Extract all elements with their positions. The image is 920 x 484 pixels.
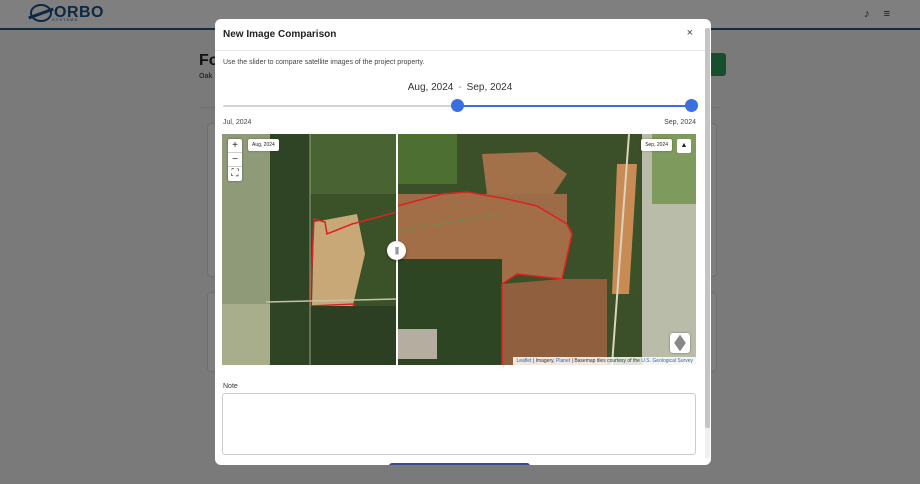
slider-selected-range xyxy=(457,105,691,107)
date-range-label: Aug, 2024- Sep, 2024 xyxy=(215,82,705,93)
slider-max-label: Sep, 2024 xyxy=(664,119,696,126)
modal-description: Use the slider to compare satellite imag… xyxy=(223,59,425,66)
slider-thumb-start[interactable] xyxy=(451,99,464,112)
note-textarea[interactable] xyxy=(222,393,696,455)
leaflet-link[interactable]: Leaflet xyxy=(516,358,531,364)
slider-thumb-end[interactable] xyxy=(685,99,698,112)
range-start: Aug, 2024 xyxy=(407,82,454,93)
right-date-tag: Sep, 2024 xyxy=(641,139,672,151)
modal-header: New Image Comparison × xyxy=(215,19,711,51)
zoom-control: + − ⛶ xyxy=(228,139,242,181)
submit-button[interactable] xyxy=(389,463,530,465)
zoom-out-button[interactable]: − xyxy=(228,153,242,167)
layers-icon[interactable] xyxy=(670,333,690,353)
usgs-link[interactable]: U.S. xyxy=(641,358,651,364)
zoom-in-button[interactable]: + xyxy=(228,139,242,153)
map-right-image xyxy=(397,134,696,365)
map-left-image xyxy=(222,134,397,365)
modal-title: New Image Comparison xyxy=(223,29,337,40)
left-date-tag: Aug, 2024 xyxy=(248,139,279,151)
fullscreen-icon[interactable]: ⛶ xyxy=(228,167,242,181)
map-attribution: Leaflet | Imagery, Planet | Basemap tile… xyxy=(513,357,696,365)
planet-link[interactable]: Planet xyxy=(556,358,570,364)
close-button[interactable]: × xyxy=(687,27,693,39)
geological-survey-link[interactable]: Geological Survey xyxy=(652,358,693,364)
image-comparison-modal: New Image Comparison × Use the slider to… xyxy=(215,19,711,465)
slider-min-label: Jul, 2024 xyxy=(223,119,252,126)
comparison-map[interactable]: ||| + − ⛶ Aug, 2024 Sep, 2024 ▲ Leaflet … xyxy=(222,134,696,365)
note-label: Note xyxy=(223,383,238,390)
scrollbar-thumb[interactable] xyxy=(705,28,710,428)
divider-drag-handle-icon[interactable]: ||| xyxy=(387,241,406,260)
range-end: Sep, 2024 xyxy=(466,82,513,93)
north-arrow-icon[interactable]: ▲ xyxy=(677,139,691,153)
range-separator: - xyxy=(458,82,462,93)
modal-scrollbar[interactable] xyxy=(705,28,710,458)
